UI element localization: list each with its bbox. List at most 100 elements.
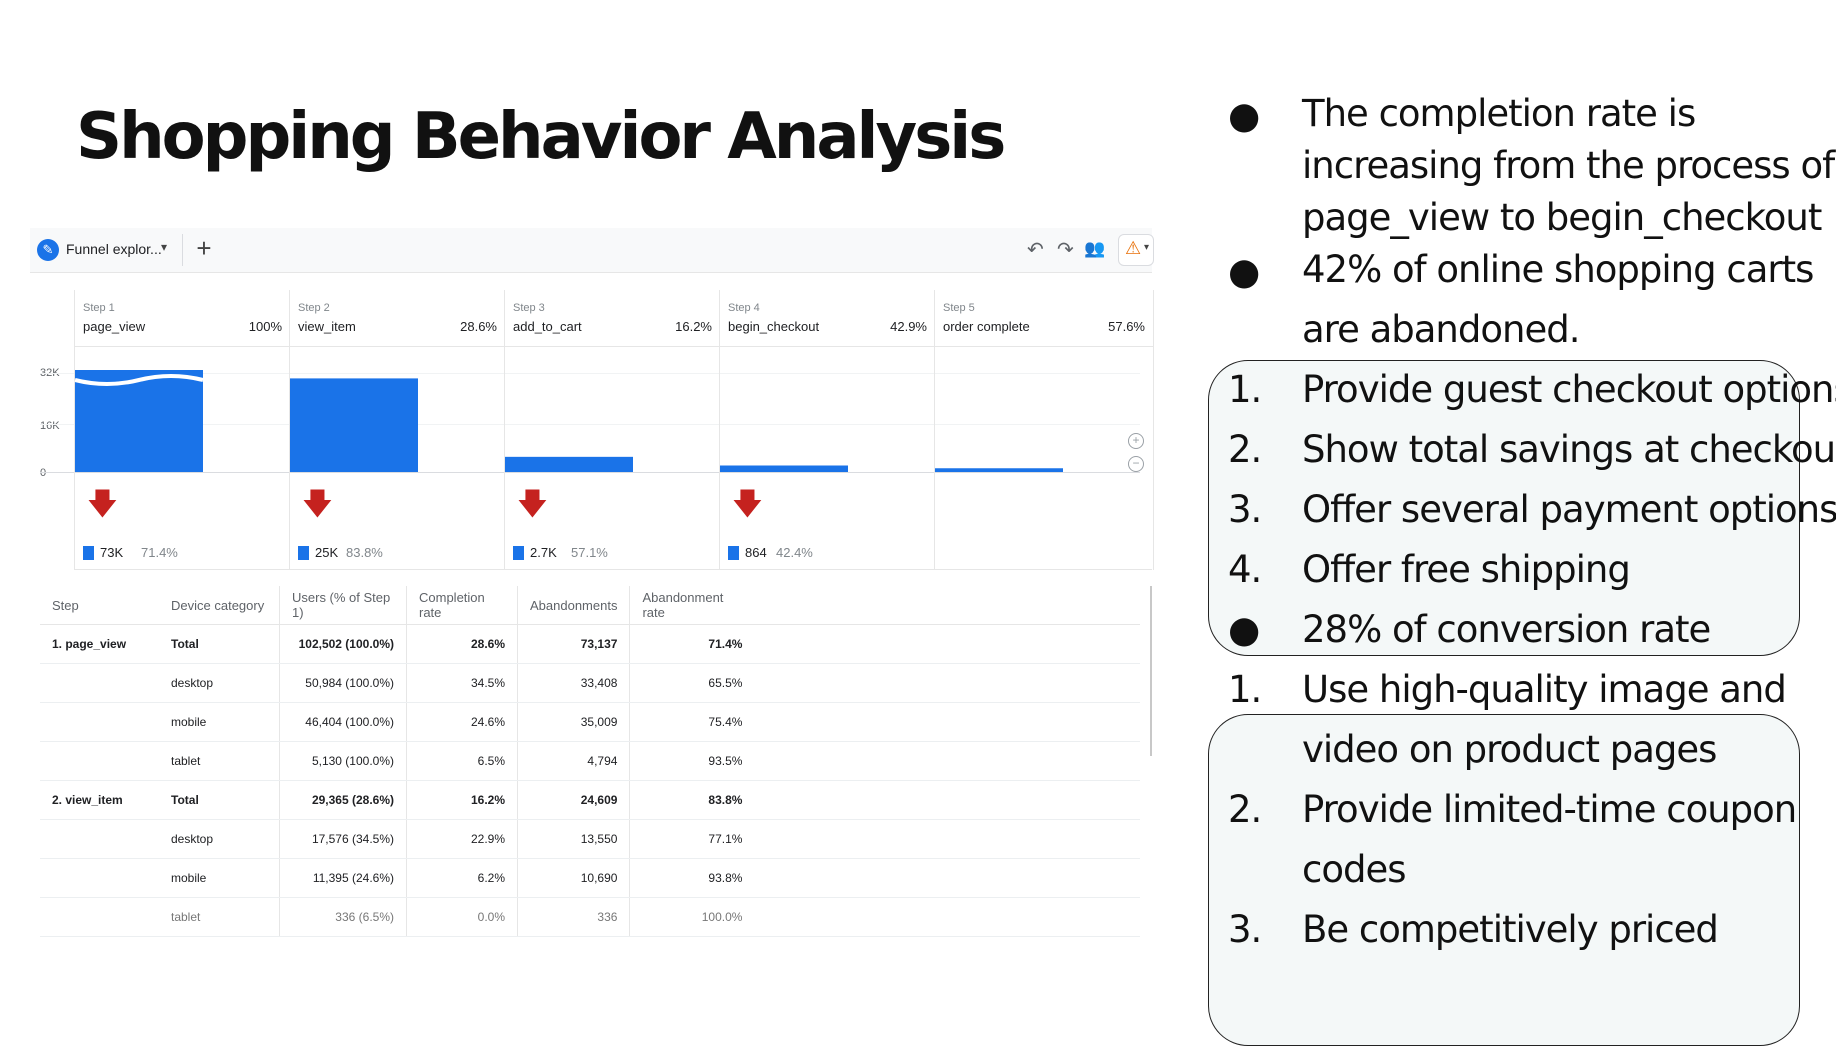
step-cell	[40, 741, 159, 781]
zoom-in-icon[interactable]: +	[1128, 433, 1144, 449]
recommendation-item: Offer free shipping	[1302, 548, 1631, 591]
completion-rate-cell: 22.9%	[406, 819, 518, 859]
table-row[interactable]: tablet 5,130 (100.0%) 6.5% 4,794 93.5%	[40, 741, 1140, 781]
funnel-bar[interactable]	[505, 456, 633, 472]
abandonment-rate-cell: 75.4%	[629, 702, 755, 742]
users-cell: 11,395 (24.6%)	[279, 858, 407, 898]
table-scrollbar[interactable]	[1150, 586, 1152, 756]
list-number: 2.	[1228, 788, 1262, 831]
step-cell	[40, 819, 159, 859]
abandonment-rate-cell: 65.5%	[629, 663, 755, 703]
column-header-spacer	[754, 586, 1140, 625]
row-spacer	[754, 741, 1140, 781]
funnel-chart: 32K 16K 0 Step 1 page_view 100% 🡇 73K 71…	[30, 290, 1154, 570]
tip-line: Provide limited-time coupon	[1302, 788, 1797, 831]
insight-line: The completion rate is	[1302, 92, 1696, 135]
warning-button[interactable]: ⚠ ▾	[1118, 234, 1154, 266]
completion-rate-cell: 6.5%	[406, 741, 518, 781]
list-number: 1.	[1228, 368, 1262, 411]
table-row[interactable]: mobile 46,404 (100.0%) 24.6% 35,009 75.4%	[40, 702, 1140, 742]
step-cell: 1. page_view	[40, 624, 159, 664]
column-header[interactable]: Step	[40, 586, 159, 625]
table-row[interactable]: 2. view_item Total 29,365 (28.6%) 16.2% 24,6…	[40, 780, 1140, 820]
completion-rate-cell: 16.2%	[406, 780, 518, 820]
chevron-down-icon: ▾	[1144, 242, 1150, 253]
step-cell	[40, 858, 159, 898]
column-header[interactable]: Abandonment rate	[629, 586, 755, 625]
table-header-row: Step Device category Users (% of Step 1)…	[40, 586, 1140, 625]
zoom-out-icon[interactable]: −	[1128, 456, 1144, 472]
step-cell	[40, 702, 159, 742]
abandonments-cell: 73,137	[516, 624, 630, 664]
funnel-bar[interactable]	[720, 465, 848, 472]
row-spacer	[754, 858, 1140, 898]
device-cell: desktop	[159, 663, 280, 703]
step-cell	[40, 897, 159, 937]
chevron-down-icon[interactable]: ▾	[161, 240, 167, 254]
insight-line: are abandoned.	[1302, 308, 1580, 351]
row-spacer	[754, 624, 1140, 664]
abandonments-cell: 24,609	[516, 780, 630, 820]
abandonments-cell: 336	[516, 897, 630, 937]
column-header[interactable]: Device category	[159, 586, 280, 625]
pencil-icon[interactable]: ✎	[37, 239, 59, 261]
tip-line: codes	[1302, 848, 1407, 891]
device-cell: Total	[159, 624, 280, 664]
abandonment-rate-cell: 93.8%	[629, 858, 755, 898]
column-header[interactable]: Users (% of Step 1)	[279, 586, 407, 625]
table-row[interactable]: tablet 336 (6.5%) 0.0% 336 100.0%	[40, 897, 1140, 937]
recommendation-item: Provide guest checkout options	[1302, 368, 1836, 411]
list-number: 4.	[1228, 548, 1262, 591]
insight-line: 42% of online shopping carts	[1302, 248, 1814, 291]
exploration-toolbar: ✎ Funnel explor... ▾ + ↶ ↷ 👥 ⚠ ▾	[30, 228, 1154, 273]
slide-title: Shopping Behavior Analysis	[76, 100, 1006, 174]
funnel-bar[interactable]	[290, 378, 418, 472]
table-row[interactable]: desktop 17,576 (34.5%) 22.9% 13,550 77.1%	[40, 819, 1140, 859]
row-spacer	[754, 780, 1140, 820]
row-spacer	[754, 702, 1140, 742]
abandonment-rate-cell: 77.1%	[629, 819, 755, 859]
device-cell: tablet	[159, 741, 280, 781]
exploration-tab-label[interactable]: Funnel explor...	[66, 241, 162, 257]
recommendation-item: Offer several payment options	[1302, 488, 1836, 531]
abandonments-cell: 4,794	[516, 741, 630, 781]
tip-line: Use high-quality image and	[1302, 668, 1787, 711]
device-cell: desktop	[159, 819, 280, 859]
abandonment-rate-cell: 83.8%	[629, 780, 755, 820]
funnel-bar[interactable]	[935, 468, 1063, 472]
list-number: 1.	[1228, 668, 1262, 711]
table-row[interactable]: desktop 50,984 (100.0%) 34.5% 33,408 65.5%	[40, 663, 1140, 703]
bullet-icon: ●	[1228, 94, 1260, 137]
abandonments-cell: 10,690	[516, 858, 630, 898]
users-cell: 17,576 (34.5%)	[279, 819, 407, 859]
add-tab-button[interactable]: +	[190, 233, 218, 263]
list-number: 3.	[1228, 488, 1262, 531]
row-spacer	[754, 663, 1140, 703]
completion-rate-cell: 28.6%	[406, 624, 518, 664]
funnel-table: Step Device category Users (% of Step 1)…	[40, 586, 1140, 937]
users-cell: 5,130 (100.0%)	[279, 741, 407, 781]
users-cell: 336 (6.5%)	[279, 897, 407, 937]
device-cell: Total	[159, 780, 280, 820]
device-cell: tablet	[159, 897, 280, 937]
device-cell: mobile	[159, 702, 280, 742]
insight-line: increasing from the process of	[1302, 144, 1835, 187]
column-header[interactable]: Completion rate	[406, 586, 518, 625]
share-users-icon[interactable]: 👥	[1084, 239, 1105, 259]
funnel-bars	[74, 370, 1063, 472]
undo-icon[interactable]: ↶	[1027, 237, 1044, 262]
table-row[interactable]: 1. page_view Total 102,502 (100.0%) 28.6% 73…	[40, 624, 1140, 664]
abandonments-cell: 33,408	[516, 663, 630, 703]
bullet-icon: ●	[1228, 608, 1260, 651]
abandonments-cell: 35,009	[516, 702, 630, 742]
tip-line: video on product pages	[1302, 728, 1717, 771]
column-header[interactable]: Abandonments	[516, 586, 630, 625]
users-cell: 29,365 (28.6%)	[279, 780, 407, 820]
users-cell: 50,984 (100.0%)	[279, 663, 407, 703]
step-cell	[40, 663, 159, 703]
users-cell: 46,404 (100.0%)	[279, 702, 407, 742]
redo-icon[interactable]: ↷	[1057, 237, 1074, 262]
table-row[interactable]: mobile 11,395 (24.6%) 6.2% 10,690 93.8%	[40, 858, 1140, 898]
tip-line: Be competitively priced	[1302, 908, 1719, 951]
abandonment-rate-cell: 100.0%	[629, 897, 755, 937]
